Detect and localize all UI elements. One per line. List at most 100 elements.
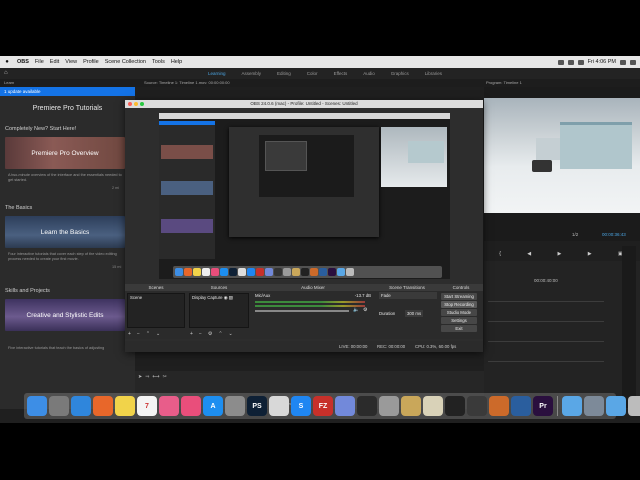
menubar-clock[interactable]: Fri 4:06 PM: [588, 59, 616, 65]
shazam-icon[interactable]: S: [291, 396, 311, 416]
start-streaming-button[interactable]: Start Streaming: [441, 293, 477, 300]
trash-icon[interactable]: [628, 396, 640, 416]
minimize-icon[interactable]: [134, 102, 138, 106]
tab-audio[interactable]: Audio: [355, 71, 383, 76]
close-icon[interactable]: [128, 102, 132, 106]
remove-icon[interactable]: −: [137, 331, 140, 337]
tab-libraries[interactable]: Libraries: [417, 71, 450, 76]
learn-panel-tab[interactable]: Learn: [4, 80, 14, 85]
app-store-icon[interactable]: A: [203, 396, 223, 416]
add-icon[interactable]: +: [128, 331, 131, 337]
eye-icon[interactable]: ◉: [224, 295, 228, 300]
premiere-pro-icon[interactable]: Pr: [533, 396, 553, 416]
tab-editing[interactable]: Editing: [269, 71, 299, 76]
notification-center-icon[interactable]: [630, 59, 636, 65]
preview-icon[interactable]: [423, 396, 443, 416]
stop-recording-button[interactable]: Stop Recording: [441, 301, 477, 308]
ripple-edit-icon[interactable]: ⟷: [152, 374, 159, 380]
program-fit[interactable]: 1/2: [572, 232, 578, 237]
source-item[interactable]: Display Capture ◉ ▨: [190, 294, 248, 302]
razor-icon[interactable]: ✂: [163, 374, 167, 380]
tab-graphics[interactable]: Graphics: [383, 71, 417, 76]
discord-icon[interactable]: [335, 396, 355, 416]
battery-icon[interactable]: [577, 59, 584, 65]
notes-icon[interactable]: [115, 396, 135, 416]
speaker-icon[interactable]: 🔈: [351, 306, 361, 314]
add-icon[interactable]: +: [190, 331, 193, 337]
menu-view[interactable]: View: [62, 59, 80, 65]
firefox-icon[interactable]: [93, 396, 113, 416]
photos-icon[interactable]: [159, 396, 179, 416]
step-forward-icon[interactable]: ▶: [588, 251, 592, 259]
piano-icon[interactable]: [467, 396, 487, 416]
itunes-icon[interactable]: [181, 396, 201, 416]
source-monitor-label[interactable]: Source: Timeline 1: Timeline 1.mov: 00:0…: [144, 80, 230, 85]
safari-icon[interactable]: [71, 396, 91, 416]
menu-app-name[interactable]: OBS: [14, 59, 32, 65]
tab-assembly[interactable]: Assembly: [234, 71, 270, 76]
selection-tool-icon[interactable]: ➤: [138, 374, 142, 380]
mark-in-icon[interactable]: {: [499, 251, 501, 259]
home-icon[interactable]: ⌂: [4, 70, 10, 76]
remove-icon[interactable]: −: [199, 331, 202, 337]
menu-tools[interactable]: Tools: [149, 59, 168, 65]
volume-slider[interactable]: [255, 310, 349, 312]
status-tray: Fri 4:06 PM: [557, 59, 640, 65]
gear-icon[interactable]: ⚙: [361, 306, 369, 314]
disk-utility-icon[interactable]: [379, 396, 399, 416]
apple-icon[interactable]: ●: [0, 59, 14, 65]
zoom-icon[interactable]: [140, 102, 144, 106]
menu-edit[interactable]: Edit: [47, 59, 62, 65]
tab-color[interactable]: Color: [299, 71, 326, 76]
terminal-icon[interactable]: [357, 396, 377, 416]
downloads-icon[interactable]: [562, 396, 582, 416]
lock-icon[interactable]: ▨: [229, 295, 233, 300]
quicktime-icon[interactable]: [511, 396, 531, 416]
studio-mode-button[interactable]: Studio Mode: [441, 309, 477, 316]
program-monitor-label[interactable]: Program: Timeline 1: [486, 80, 522, 85]
timeline-track[interactable]: [488, 341, 604, 342]
tutorial-card-overview[interactable]: Premiere Pro Overview: [5, 137, 125, 169]
obs-preview[interactable]: [159, 113, 450, 279]
track-select-icon[interactable]: ⇒: [145, 374, 149, 380]
system-preferences-icon[interactable]: [225, 396, 245, 416]
move-up-icon[interactable]: ⌃: [146, 331, 150, 337]
update-banner[interactable]: 1 update available: [0, 87, 135, 96]
menu-file[interactable]: File: [32, 59, 47, 65]
documents-icon[interactable]: [606, 396, 626, 416]
obs-icon[interactable]: [445, 396, 465, 416]
menu-scene-collection[interactable]: Scene Collection: [102, 59, 149, 65]
duration-input[interactable]: 300 ms: [405, 310, 424, 317]
menu-profile[interactable]: Profile: [80, 59, 102, 65]
photoshop-icon[interactable]: PS: [247, 396, 267, 416]
move-down-icon[interactable]: ⌄: [156, 331, 160, 337]
transition-select[interactable]: Fade: [379, 292, 437, 299]
timeline-track[interactable]: [488, 301, 604, 302]
search-icon[interactable]: [620, 59, 626, 65]
move-down-icon[interactable]: ⌄: [229, 331, 233, 337]
finder-icon[interactable]: [27, 396, 47, 416]
timeline-track[interactable]: [488, 321, 604, 322]
filezilla-icon[interactable]: FZ: [313, 396, 333, 416]
move-up-icon[interactable]: ⌃: [218, 331, 222, 337]
wifi-icon[interactable]: [557, 59, 564, 65]
screenflow-icon[interactable]: [269, 396, 289, 416]
menu-help[interactable]: Help: [168, 59, 185, 65]
folder-icon[interactable]: [401, 396, 421, 416]
volume-icon[interactable]: [567, 59, 574, 65]
gear-icon[interactable]: ⚙: [208, 331, 212, 337]
tutorial-card-basics[interactable]: Learn the Basics: [5, 216, 125, 248]
launchpad-icon[interactable]: [49, 396, 69, 416]
screenshot-icon[interactable]: [584, 396, 604, 416]
tutorial-card-creative[interactable]: Creative and Stylistic Edits: [5, 299, 125, 331]
scene-item[interactable]: Scene: [128, 294, 184, 301]
timeline-track[interactable]: [488, 361, 604, 362]
play-icon[interactable]: ▶: [558, 251, 562, 259]
tab-effects[interactable]: Effects: [326, 71, 356, 76]
settings-button[interactable]: Settings: [441, 317, 477, 324]
exit-button[interactable]: Exit: [441, 325, 477, 332]
handbrake-icon[interactable]: [489, 396, 509, 416]
tab-learning[interactable]: Learning: [200, 71, 234, 76]
calendar-icon[interactable]: 7: [137, 396, 157, 416]
step-back-icon[interactable]: ◀: [527, 251, 531, 259]
